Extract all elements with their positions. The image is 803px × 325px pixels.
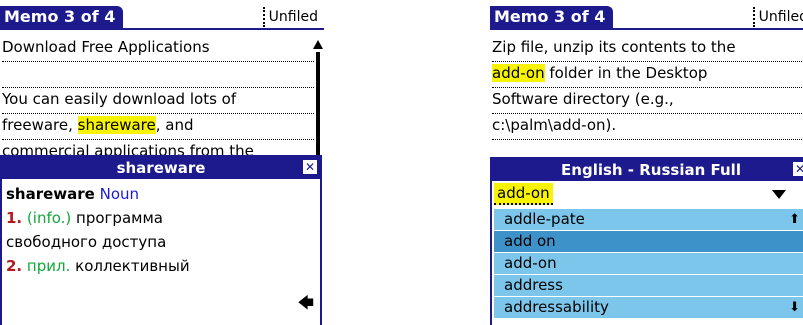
close-box-icon[interactable]: ✕ bbox=[303, 160, 317, 174]
memo-line[interactable]: freeware, shareware, and bbox=[2, 114, 314, 140]
popup-title-bar: shareware ✕ bbox=[2, 157, 320, 179]
memo-text[interactable]: Zip file, unzip its contents to the add-o… bbox=[492, 36, 803, 166]
word-list[interactable]: addle-pate ⬆ add on add-on address addressabi… bbox=[494, 209, 803, 319]
memo-line[interactable]: c:\palm\add-on). bbox=[492, 114, 803, 140]
memo-title[interactable]: Memo 3 of 4 bbox=[0, 6, 124, 28]
memo-text-run: Zip file, unzip its contents to the bbox=[492, 38, 736, 56]
close-box-icon[interactable]: ✕ bbox=[793, 162, 803, 176]
sense-text: коллективный bbox=[75, 257, 190, 275]
highlighted-word[interactable]: add-on bbox=[492, 64, 545, 82]
popup-title-bar: English - Russian Full ✕ bbox=[492, 159, 803, 181]
definition-headline: shareware Noun bbox=[6, 182, 316, 206]
title-bar: Memo 3 of 4 Unfiled bbox=[0, 6, 324, 30]
memo-title[interactable]: Memo 3 of 4 bbox=[490, 6, 614, 28]
lookup-input[interactable]: add-on bbox=[494, 183, 553, 205]
word-list-item[interactable]: address bbox=[494, 275, 803, 296]
memo-text-run: c:\palm\add-on). bbox=[492, 116, 617, 134]
memo-line[interactable]: Download Free Applications bbox=[2, 36, 314, 62]
memo-text-run: freeware, bbox=[2, 116, 78, 134]
memo-text-run: , and bbox=[155, 116, 194, 134]
headword: shareware bbox=[6, 185, 95, 203]
memo-line[interactable]: Zip file, unzip its contents to the bbox=[492, 36, 803, 62]
sense-1: 1. (info.) программа bbox=[6, 206, 316, 230]
memo-line[interactable]: Software directory (e.g., bbox=[492, 88, 803, 114]
scroll-thumb[interactable] bbox=[316, 52, 320, 157]
word-list-item[interactable]: addressability ⬇ bbox=[494, 297, 803, 318]
word-list-item[interactable]: add on bbox=[494, 231, 803, 252]
title-rule bbox=[490, 28, 803, 30]
word-list-item-label: add-on bbox=[504, 254, 557, 272]
memo-line[interactable]: add-on folder in the Desktop bbox=[492, 62, 803, 88]
memo-line[interactable]: You can easily download lots of bbox=[2, 88, 314, 114]
dictionary-name[interactable]: English - Russian Full bbox=[561, 161, 741, 179]
scrollbar[interactable] bbox=[313, 40, 323, 160]
popup-title: shareware bbox=[116, 159, 206, 177]
word-list-item[interactable]: add-on bbox=[494, 253, 803, 274]
sense-tag: (info.) bbox=[26, 209, 72, 227]
lookup-entry-row: add-on bbox=[494, 183, 803, 207]
sense-2: 2. прил. коллективный bbox=[6, 254, 316, 278]
memo-line[interactable] bbox=[2, 62, 314, 88]
word-list-item-label: addle-pate bbox=[504, 210, 585, 228]
scroll-up-arrow-icon[interactable] bbox=[313, 40, 323, 49]
title-bar: Memo 3 of 4 Unfiled bbox=[490, 6, 803, 30]
back-arrow-icon[interactable]: 🡄 bbox=[297, 292, 314, 319]
memo-text-run: Software directory (e.g., bbox=[492, 90, 674, 108]
sense-1-continuation: свободного доступа bbox=[6, 233, 167, 251]
scroll-up-arrow-icon[interactable]: ⬆ bbox=[789, 209, 800, 230]
memo-text[interactable]: Download Free Applications You can easily… bbox=[2, 36, 314, 166]
dictionary-lookup-popup: English - Russian Full ✕ add-on addle-pa… bbox=[490, 157, 803, 325]
word-list-item-label: address bbox=[504, 276, 563, 294]
triangle-down-icon[interactable] bbox=[772, 190, 786, 199]
word-list-item-label: add on bbox=[504, 232, 556, 250]
category-selector[interactable]: Unfiled bbox=[752, 7, 803, 27]
memo-text-run: folder in the Desktop bbox=[544, 64, 708, 82]
memo-text-run: You can easily download lots of bbox=[2, 90, 237, 108]
sense-number: 1. bbox=[6, 209, 23, 227]
part-of-speech: Noun bbox=[99, 185, 140, 203]
sense-text: программа bbox=[76, 209, 163, 227]
word-list-item[interactable]: addle-pate ⬆ bbox=[494, 209, 803, 230]
title-rule bbox=[0, 28, 324, 30]
memo-text-run: Download Free Applications bbox=[2, 38, 210, 56]
scroll-down-arrow-icon[interactable]: ⬇ bbox=[789, 297, 800, 318]
category-selector[interactable]: Unfiled bbox=[262, 7, 322, 27]
sense-number: 2. bbox=[6, 257, 23, 275]
definition-popup: shareware ✕ shareware Noun 1. (info.) пр… bbox=[0, 155, 322, 325]
word-list-item-label: addressability bbox=[504, 298, 609, 316]
highlighted-word[interactable]: shareware bbox=[77, 116, 156, 134]
right-screen: Memo 3 of 4 Unfiled Zip file, unzip its … bbox=[490, 0, 803, 325]
sense-tag: прил. bbox=[26, 257, 71, 275]
left-screen: Memo 3 of 4 Unfiled Download Free Applic… bbox=[0, 0, 324, 325]
definition-body: shareware Noun 1. (info.) программа своб… bbox=[2, 179, 320, 278]
